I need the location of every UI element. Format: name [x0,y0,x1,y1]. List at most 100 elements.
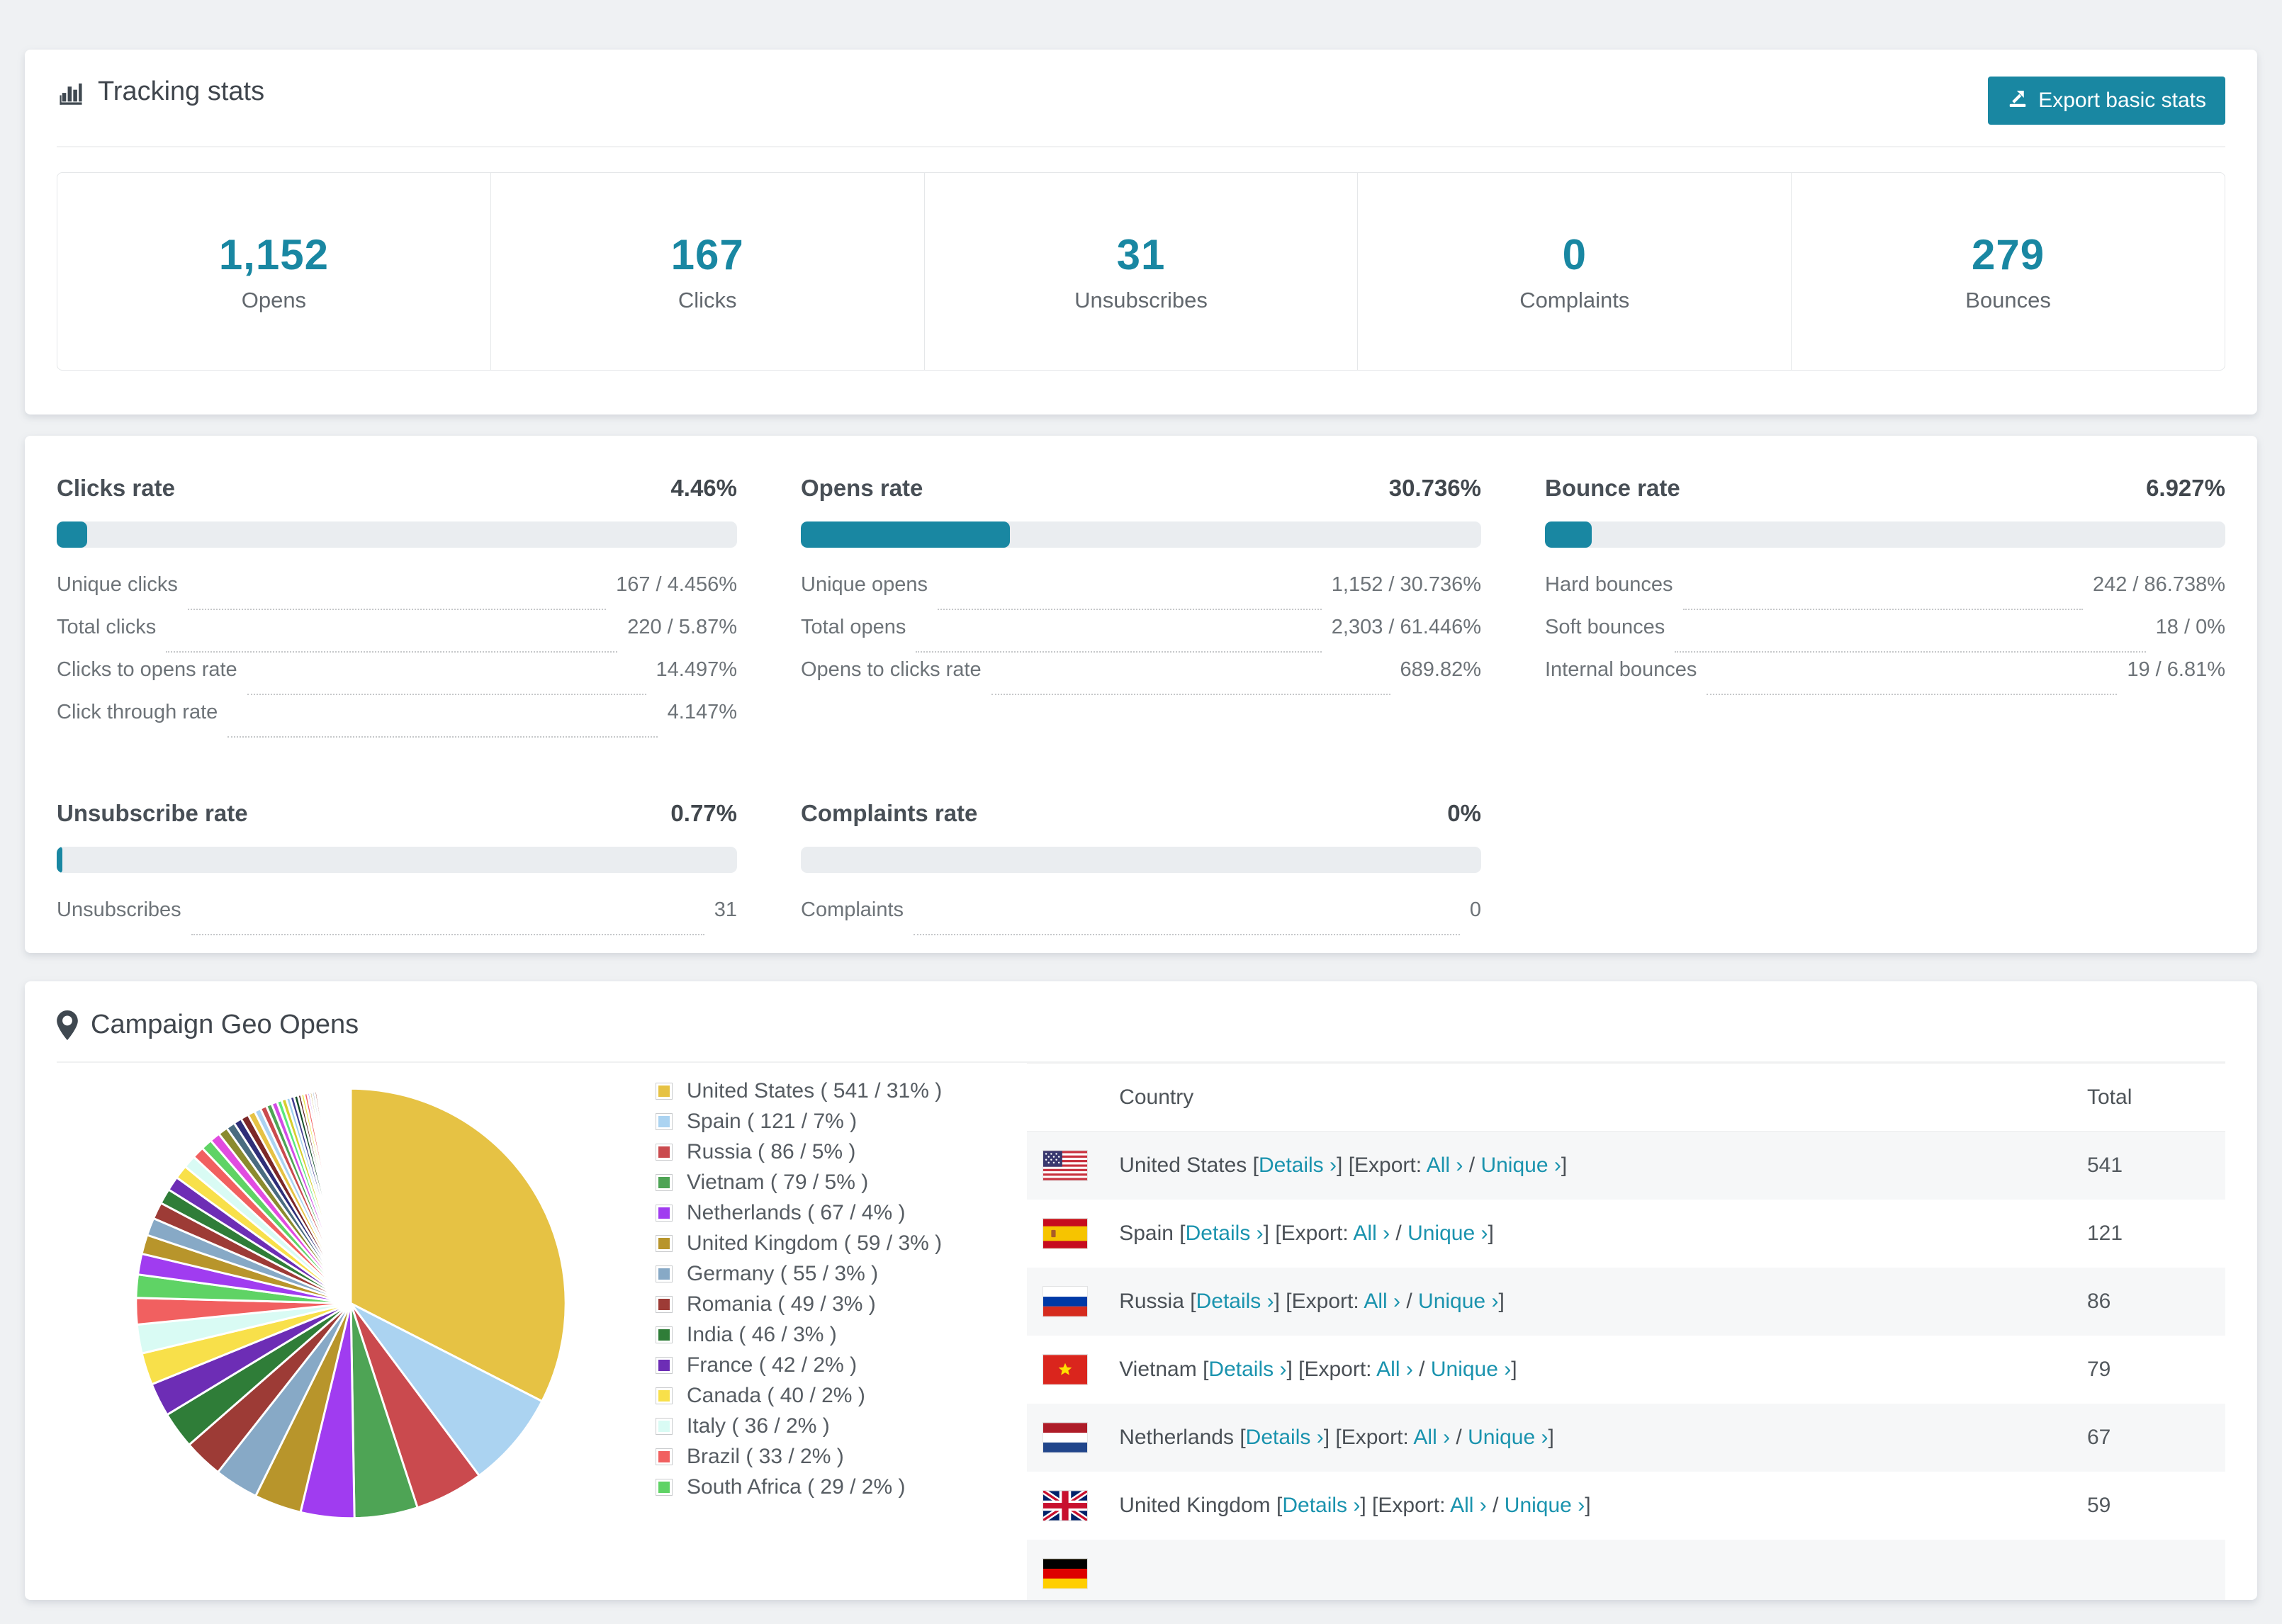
rate-row-value: 19 / 6.81% [2127,658,2225,681]
legend-item: Romania ( 49 / 3% ) [656,1289,942,1319]
rate-progress-bar [801,847,1481,873]
table-row: United Kingdom [Details ›] [Export: All … [1027,1472,2225,1540]
details-link[interactable]: Details › [1208,1358,1286,1381]
legend-item: Spain ( 121 / 7% ) [656,1106,942,1137]
slash: / [1412,1358,1431,1381]
stat-tile-unsubscribes: 31 Unsubscribes [925,173,1359,370]
table-row: Russia [Details ›] [Export: All › / Uniq… [1027,1268,2225,1336]
country-cell: Spain [Details ›] [Export: All › / Uniqu… [1119,1222,2087,1246]
stat-value: 1,152 [218,230,329,278]
rate-block-complaints-rate: Complaints rate 0% Complaints 0 [801,800,1481,941]
stat-value: 31 [1116,230,1166,278]
country-name: Vietnam [1119,1358,1203,1381]
legend-label: United States ( 541 / 31% ) [687,1078,943,1103]
legend-swatch [656,1387,673,1404]
legend-swatch [656,1295,673,1313]
bracket: ] [1337,1154,1349,1177]
export-prefix: [Export: [1286,1290,1364,1313]
rate-detail-row: Opens to clicks rate 689.82% [801,658,1481,701]
bracket: ] [1498,1290,1505,1313]
bracket: [ [1252,1154,1259,1177]
stat-value: 0 [1562,230,1587,278]
bracket: ] [1323,1426,1336,1449]
legend-item: Netherlands ( 67 / 4% ) [656,1197,942,1228]
rate-detail-row: Clicks to opens rate 14.497% [57,658,737,701]
total-cell: 541 [2087,1154,2123,1177]
export-unique-link[interactable]: Unique › [1431,1358,1511,1381]
rate-row-label: Click through rate [57,701,218,723]
rate-block-unsubscribe-rate: Unsubscribe rate 0.77% Unsubscribes 31 [57,800,737,941]
details-link[interactable]: Details › [1246,1426,1324,1449]
flag-gb-icon [1027,1490,1119,1521]
export-unique-link[interactable]: Unique › [1468,1426,1548,1449]
tracking-stats-card: Tracking stats Export basic stats 1,152 O… [25,50,2257,415]
rate-detail-row: Complaints 0 [801,898,1481,941]
country-name: Netherlands [1119,1426,1240,1449]
export-unique-link[interactable]: Unique › [1418,1290,1498,1313]
export-all-link[interactable]: All › [1450,1494,1487,1517]
rate-detail-row: Soft bounces 18 / 0% [1545,616,2225,658]
rate-row-value: 1,152 / 30.736% [1331,573,1481,596]
export-button-label: Export basic stats [2038,89,2206,112]
legend-item: Canada ( 40 / 2% ) [656,1380,942,1411]
rate-progress-bar [1545,521,2225,548]
rate-progress-bar [57,847,737,873]
geo-title: Campaign Geo Opens [91,1010,359,1039]
details-link[interactable]: Details › [1259,1154,1337,1177]
stat-tile-clicks: 167 Clicks [491,173,925,370]
export-prefix: [Export: [1372,1494,1451,1517]
rate-progress-fill [57,847,62,873]
stat-label: Clicks [678,287,737,312]
export-unique-link[interactable]: Unique › [1480,1154,1561,1177]
stat-tile-complaints: 0 Complaints [1358,173,1792,370]
legend-label: Russia ( 86 / 5% ) [687,1139,856,1163]
export-prefix: [Export: [1298,1358,1377,1381]
details-link[interactable]: Details › [1282,1494,1360,1517]
dotted-leader [937,609,1322,610]
legend-swatch [656,1326,673,1343]
rate-row-label: Unique opens [801,573,928,596]
legend-label: Spain ( 121 / 7% ) [687,1109,858,1133]
export-basic-stats-button[interactable]: Export basic stats [1988,77,2225,125]
bracket: ] [1488,1222,1494,1245]
export-icon [2007,87,2028,114]
dotted-leader [227,736,658,738]
export-all-link[interactable]: All › [1376,1358,1413,1381]
rate-block-clicks-rate: Clicks rate 4.46% Unique clicks 167 / 4.456… [57,475,737,743]
rate-block-opens-rate: Opens rate 30.736% Unique opens 1,152 / 30.… [801,475,1481,743]
rate-row-value: 689.82% [1400,658,1482,681]
country-cell: United States [Details ›] [Export: All ›… [1119,1154,2087,1178]
legend-item: Russia ( 86 / 5% ) [656,1137,942,1167]
rate-detail-row: Total opens 2,303 / 61.446% [801,616,1481,658]
legend-label: Netherlands ( 67 / 4% ) [687,1200,906,1224]
flag-us-icon [1027,1150,1119,1181]
export-unique-link[interactable]: Unique › [1505,1494,1585,1517]
legend-swatch [656,1143,673,1161]
rate-row-value: 2,303 / 61.446% [1331,616,1481,638]
rate-title: Clicks rate [57,475,175,501]
rate-row-value: 167 / 4.456% [616,573,737,596]
export-prefix: [Export: [1275,1222,1354,1245]
bracket: ] [1360,1494,1373,1517]
rate-title: Complaints rate [801,800,978,826]
export-all-link[interactable]: All › [1353,1222,1390,1245]
stat-label: Unsubscribes [1074,287,1208,312]
legend-swatch [656,1417,673,1435]
geo-opens-card: Campaign Geo Opens United States ( 541 /… [25,981,2257,1600]
details-link[interactable]: Details › [1196,1290,1274,1313]
export-all-link[interactable]: All › [1364,1290,1400,1313]
header-divider [57,146,2225,147]
table-row: Spain [Details ›] [Export: All › / Uniqu… [1027,1200,2225,1268]
legend-label: Romania ( 49 / 3% ) [687,1292,876,1316]
flag-vn-icon [1027,1354,1119,1385]
export-unique-link[interactable]: Unique › [1407,1222,1488,1245]
details-link[interactable]: Details › [1186,1222,1264,1245]
bar-chart-icon [57,78,85,106]
export-all-link[interactable]: All › [1413,1426,1450,1449]
export-all-link[interactable]: All › [1427,1154,1463,1177]
rate-progress-bar [57,521,737,548]
rate-row-label: Clicks to opens rate [57,658,237,681]
country-name: Russia [1119,1290,1191,1313]
flag-es-icon [1027,1218,1119,1249]
dotted-leader [1707,694,2118,695]
